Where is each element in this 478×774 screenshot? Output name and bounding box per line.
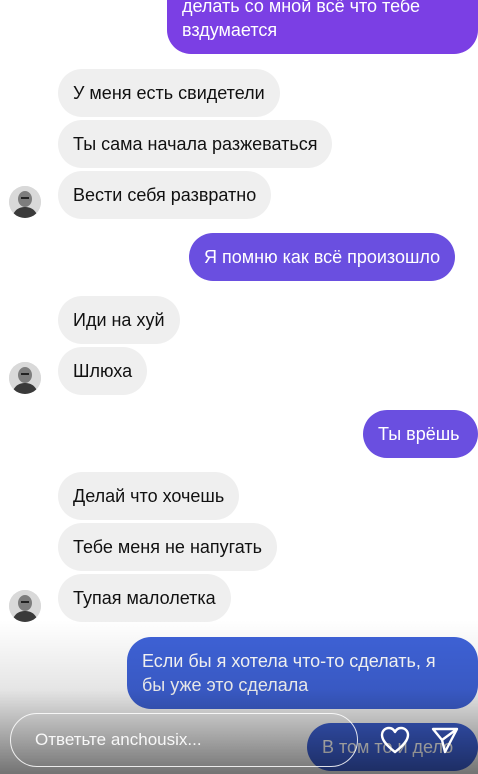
- message-incoming: Делай что хочешь: [58, 472, 240, 520]
- message-incoming: У меня есть свидетели: [58, 69, 280, 117]
- message-incoming: Тебе меня не напугать: [58, 523, 278, 571]
- story-reply-screen: делать со мной всё что тебе вздумается У…: [0, 0, 478, 774]
- avatar[interactable]: [9, 362, 41, 394]
- avatar-icon: [9, 362, 41, 394]
- message-incoming: Вести себя развратно: [58, 171, 272, 219]
- message-incoming: Иди на хуй: [58, 296, 180, 344]
- message-outgoing: Ты врёшь: [363, 410, 478, 458]
- message-incoming: Шлюха: [58, 347, 148, 395]
- message-incoming: Тупая малолетка: [58, 574, 231, 622]
- heart-icon[interactable]: [378, 723, 412, 757]
- reply-placeholder: Ответьте anchousix...: [35, 730, 202, 749]
- message-incoming: Ты сама начала разжеваться: [58, 120, 333, 168]
- avatar-icon: [9, 590, 41, 622]
- send-icon[interactable]: [428, 723, 462, 757]
- reply-input[interactable]: Ответьте anchousix...: [10, 713, 358, 767]
- message-outgoing: Если бы я хотела что-то сделать, я бы уж…: [127, 637, 478, 709]
- avatar-icon: [9, 186, 41, 218]
- message-outgoing: Я помню как всё произошло: [189, 233, 456, 281]
- avatar[interactable]: [9, 186, 41, 218]
- message-outgoing: делать со мной всё что тебе вздумается: [167, 0, 478, 54]
- avatar[interactable]: [9, 590, 41, 622]
